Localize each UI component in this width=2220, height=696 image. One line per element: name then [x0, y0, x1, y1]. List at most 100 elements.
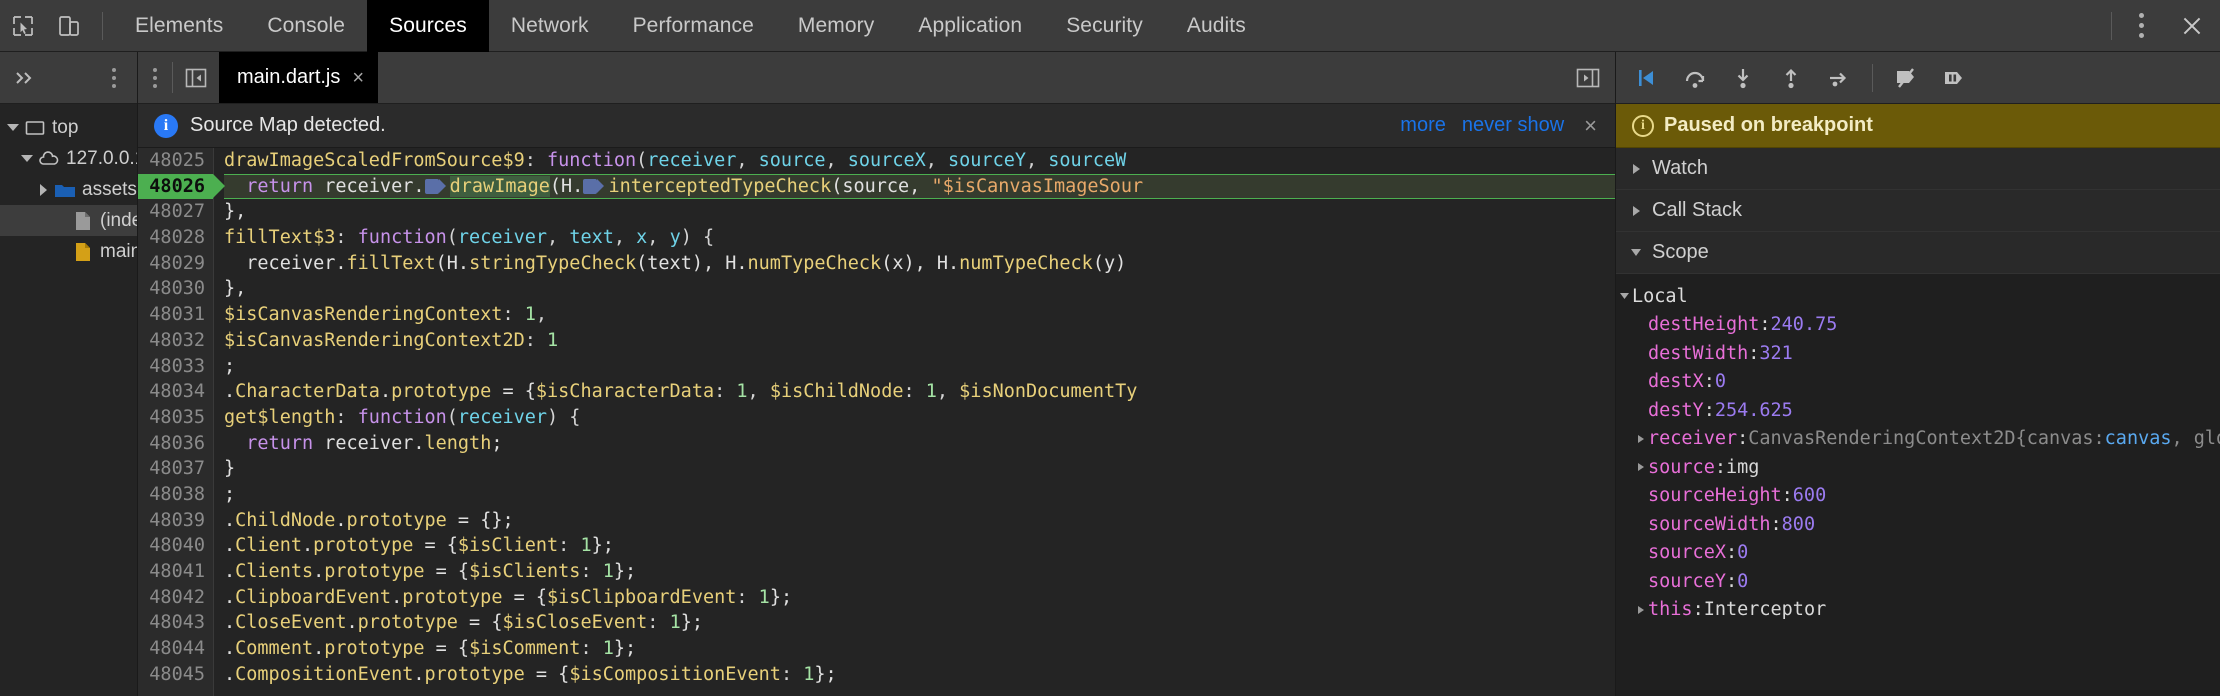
line-number[interactable]: 48029 — [138, 251, 213, 277]
line-number[interactable]: 48033 — [138, 354, 213, 380]
code-line[interactable]: .CloseEvent.prototype = {$isCloseEvent: … — [224, 610, 1615, 636]
close-icon[interactable] — [2164, 3, 2220, 49]
scope-entry-value-link[interactable]: canvas — [2105, 428, 2172, 449]
line-number[interactable]: 48037 — [138, 456, 213, 482]
line-number[interactable]: 48032 — [138, 328, 213, 354]
sourcemap-inline-chip[interactable] — [425, 179, 439, 194]
line-number-gutter[interactable]: 4802548026480274802848029480304803148032… — [138, 148, 214, 696]
code-line[interactable]: .CompositionEvent.prototype = {$isCompos… — [224, 662, 1615, 688]
chevron-right-icon[interactable] — [1632, 462, 1648, 472]
code-line[interactable]: receiver.fillText(H.stringTypeCheck(text… — [224, 251, 1615, 277]
line-number[interactable]: 48034 — [138, 379, 213, 405]
code-line[interactable]: .Comment.prototype = {$isComment: 1}; — [224, 636, 1615, 662]
scope-entry[interactable]: destY: 254.625 — [1616, 396, 2220, 425]
tab-elements[interactable]: Elements — [113, 0, 245, 52]
code-line[interactable]: get$length: function(receiver) { — [224, 405, 1615, 431]
sourcemap-inline-chip[interactable] — [583, 179, 597, 194]
code-line[interactable]: drawImageScaledFromSource$9: function(re… — [224, 148, 1615, 174]
scope-entry[interactable]: source: img — [1616, 453, 2220, 482]
code-line[interactable]: .Client.prototype = {$isClient: 1}; — [224, 533, 1615, 559]
kebab-menu-icon[interactable] — [138, 52, 172, 103]
tree-item-index[interactable]: (index) — [0, 205, 137, 236]
chevron-down-icon[interactable] — [1616, 291, 1632, 301]
code-editor[interactable]: 4802548026480274802848029480304803148032… — [138, 148, 1615, 696]
step-icon[interactable] — [1816, 56, 1862, 100]
watch-section-header[interactable]: Watch — [1616, 148, 2220, 190]
line-number[interactable]: 48030 — [138, 276, 213, 302]
tab-performance[interactable]: Performance — [611, 0, 776, 52]
line-number[interactable]: 48045 — [138, 662, 213, 688]
editor-tab-main-dart-js[interactable]: main.dart.js × — [219, 52, 378, 103]
tab-memory[interactable]: Memory — [776, 0, 896, 52]
code-line[interactable]: $isCanvasRenderingContext: 1, — [224, 302, 1615, 328]
deactivate-breakpoints-icon[interactable] — [1883, 56, 1929, 100]
inspect-cursor-icon[interactable] — [0, 3, 46, 49]
tab-application[interactable]: Application — [896, 0, 1044, 52]
resume-icon[interactable] — [1624, 56, 1670, 100]
code-line[interactable]: ; — [224, 482, 1615, 508]
chevron-right-icon[interactable] — [1632, 434, 1648, 444]
line-number[interactable]: 48031 — [138, 302, 213, 328]
line-number[interactable]: 48025 — [138, 148, 213, 174]
step-over-icon[interactable] — [1672, 56, 1718, 100]
code-line[interactable]: .ClipboardEvent.prototype = {$isClipboar… — [224, 585, 1615, 611]
call-stack-section-header[interactable]: Call Stack — [1616, 190, 2220, 232]
code-line[interactable]: } — [224, 456, 1615, 482]
jump-to-editor-icon[interactable] — [1561, 52, 1615, 103]
chevron-down-icon[interactable] — [4, 124, 22, 131]
code-line[interactable]: .ChildNode.prototype = {}; — [224, 508, 1615, 534]
line-number[interactable]: 48041 — [138, 559, 213, 585]
scope-entry[interactable]: sourceX: 0 — [1616, 539, 2220, 568]
scope-group-local[interactable]: Local — [1616, 282, 2220, 311]
tree-item-main-dart-js[interactable]: main.da — [0, 236, 137, 267]
infobar-never-show-link[interactable]: never show — [1462, 114, 1564, 137]
scope-section-header[interactable]: Scope — [1616, 232, 2220, 274]
line-number[interactable]: 48027 — [138, 199, 213, 225]
chevron-down-icon[interactable] — [1630, 247, 1642, 258]
double-chevron-right-icon[interactable] — [6, 58, 44, 98]
line-number[interactable]: 48035 — [138, 405, 213, 431]
tree-item-top[interactable]: top — [0, 112, 137, 143]
kebab-menu-icon[interactable] — [2118, 3, 2164, 49]
line-number[interactable]: 48044 — [138, 636, 213, 662]
code-line[interactable]: ; — [224, 354, 1615, 380]
scope-entry[interactable]: sourceWidth: 800 — [1616, 510, 2220, 539]
line-number[interactable]: 48026 — [138, 174, 213, 200]
close-icon[interactable]: × — [1580, 113, 1601, 139]
code-line[interactable]: .Clients.prototype = {$isClients: 1}; — [224, 559, 1615, 585]
code-line[interactable]: }, — [224, 276, 1615, 302]
pause-icon[interactable] — [1931, 56, 1977, 100]
kebab-menu-icon[interactable] — [97, 58, 131, 98]
step-into-icon[interactable] — [1720, 56, 1766, 100]
tab-sources[interactable]: Sources — [367, 0, 489, 52]
tree-item-assets[interactable]: assets — [0, 174, 137, 205]
step-out-icon[interactable] — [1768, 56, 1814, 100]
chevron-right-icon[interactable] — [34, 184, 52, 196]
chevron-right-icon[interactable] — [1630, 163, 1642, 175]
code-line[interactable]: .CharacterData.prototype = {$isCharacter… — [224, 379, 1615, 405]
show-navigator-icon[interactable] — [173, 52, 219, 103]
code-line[interactable]: return receiver.length; — [224, 431, 1615, 457]
scope-entry[interactable]: destX: 0 — [1616, 368, 2220, 397]
scope-entry[interactable]: sourceY: 0 — [1616, 567, 2220, 596]
chevron-right-icon[interactable] — [1630, 205, 1642, 217]
close-icon[interactable]: × — [352, 68, 364, 88]
tree-item-origin[interactable]: 127.0.0.1 — [0, 143, 137, 174]
device-toggle-icon[interactable] — [46, 3, 92, 49]
scope-entry[interactable]: destHeight: 240.75 — [1616, 311, 2220, 340]
tab-audits[interactable]: Audits — [1165, 0, 1268, 52]
code-line[interactable]: fillText$3: function(receiver, text, x, … — [224, 225, 1615, 251]
line-number[interactable]: 48038 — [138, 482, 213, 508]
code-line[interactable]: $isCanvasRenderingContext2D: 1 — [224, 328, 1615, 354]
chevron-right-icon[interactable] — [1632, 605, 1648, 615]
code-content[interactable]: drawImageScaledFromSource$9: function(re… — [214, 148, 1615, 696]
line-number[interactable]: 48036 — [138, 431, 213, 457]
chevron-down-icon[interactable] — [18, 155, 36, 162]
tab-console[interactable]: Console — [245, 0, 367, 52]
tab-security[interactable]: Security — [1044, 0, 1165, 52]
code-line[interactable]: return receiver. drawImage(H. intercepte… — [224, 174, 1615, 200]
tab-network[interactable]: Network — [489, 0, 611, 52]
line-number[interactable]: 48039 — [138, 508, 213, 534]
code-line[interactable]: }, — [224, 199, 1615, 225]
scope-entry[interactable]: receiver: CanvasRenderingContext2D {canv… — [1616, 425, 2220, 454]
